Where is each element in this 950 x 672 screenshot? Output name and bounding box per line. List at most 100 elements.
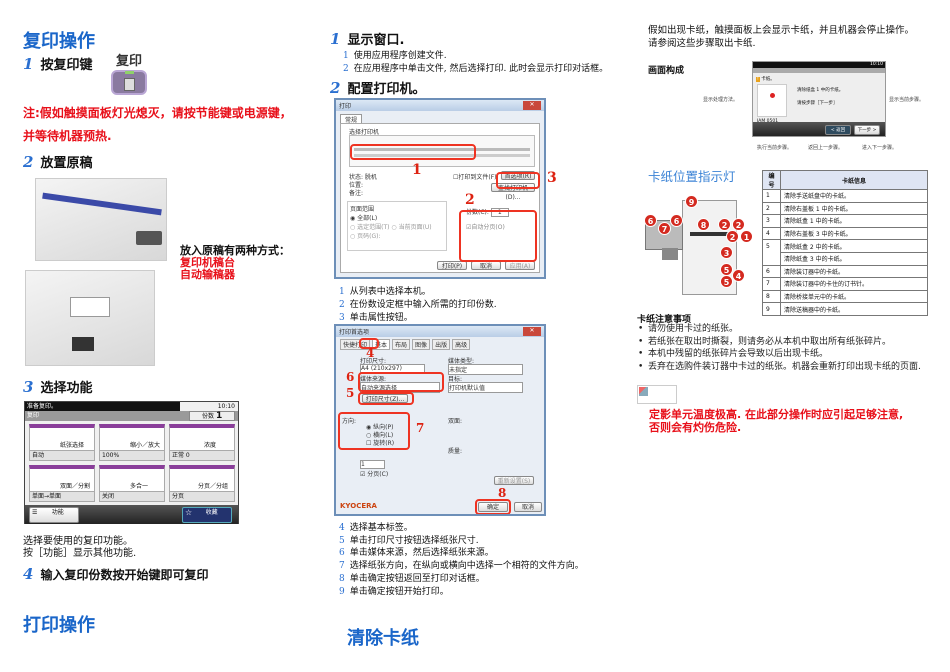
tile-value: 自动: [30, 450, 94, 460]
tile-label: 多合一: [130, 483, 149, 490]
callout-exec: 执行当前步骤。: [757, 145, 793, 151]
tile-density[interactable]: 浓度 正常 0: [169, 424, 235, 461]
sub-step: 2 在份数设定框中输入所需的打印份数.: [339, 300, 497, 310]
step-number: 4: [23, 565, 34, 583]
tile-label: 浓度: [204, 442, 217, 449]
copy-step-4: 4 输入复印份数按开始键即可复印: [23, 565, 208, 583]
step-number: 2: [23, 153, 34, 171]
copy-key-led: [125, 71, 134, 74]
step-number: 3: [23, 378, 34, 396]
tile-combine[interactable]: 多合一 关闭: [99, 465, 165, 502]
destination-select[interactable]: 打印机默认值: [448, 382, 523, 393]
marker-3: 3: [547, 170, 557, 186]
collate-checkbox[interactable]: ☑ 分页(C): [360, 469, 388, 478]
page-range-label: 页面范围: [350, 206, 375, 213]
print-step-1: 1 显示窗口.: [330, 29, 404, 48]
notes-list: 请勿使用卡过的纸张。 若纸张在取出时撕裂，则请务必从本机中取出所有纸张碎片。 本…: [638, 323, 930, 373]
jam-marker-9: 9: [685, 195, 698, 208]
tab-publishing[interactable]: 出版: [432, 339, 451, 350]
method-feeder: 自动输稿器: [180, 268, 235, 281]
highlight-ok: [475, 499, 511, 514]
cancel-button[interactable]: 取消: [471, 261, 501, 270]
callout-method: 显示处理方法。: [703, 97, 739, 103]
jam-number-cell: [762, 252, 781, 266]
note-item: 本机中残留的纸张碎片会导致以后出现卡纸。: [638, 348, 930, 361]
step-number: 1: [330, 30, 341, 48]
jam-info-cell: 清除手送纸盘中的卡纸。: [780, 189, 928, 203]
tile-paper-select[interactable]: 纸张选择 自动: [29, 424, 95, 461]
print-to-file-checkbox[interactable]: ☐打印到文件(F): [453, 172, 497, 181]
functions-button[interactable]: ☰ 功能: [29, 507, 79, 523]
highlight-printer-list: [350, 144, 476, 160]
favorites-button[interactable]: ☆ 收藏: [182, 507, 232, 523]
jam-marker-8: 8: [697, 218, 710, 231]
table-row: 5 清除纸盒 2 中的卡纸。: [762, 239, 928, 253]
jam-marker-2: 2: [718, 218, 731, 231]
jam-number-cell: 2: [762, 201, 781, 216]
radio-all[interactable]: ◉ 全部(L): [350, 213, 444, 222]
screen-layout-title: 画面构成: [648, 66, 685, 76]
jam-number-cell: 8: [762, 289, 781, 304]
instruction-line: 请按步骤［下一步］: [797, 101, 838, 106]
jam-number-cell: 9: [762, 302, 781, 316]
step-label: 按复印键: [40, 58, 93, 73]
table-row: 9 清除送稿器中的卡纸。: [762, 302, 928, 316]
marker-7: 7: [416, 421, 425, 435]
step-label: 选择功能: [40, 381, 93, 396]
radio-selection[interactable]: ○ 选定范围(T) ○ 当前页面(U): [350, 222, 444, 231]
tab-image[interactable]: 图像: [412, 339, 431, 350]
print-button[interactable]: 打印(P): [437, 261, 467, 270]
jam-info-cell: 清除装订器中的卡住的订书针。: [780, 277, 928, 291]
back-button[interactable]: < 返回: [825, 125, 851, 135]
heat-warning: 定影单元温度极高. 在此部分操作时应引起足够注意, 否则会有灼伤危险.: [649, 408, 903, 434]
function-description: 选择要使用的复印功能。 按［功能］显示其他功能.: [23, 536, 136, 560]
copy-section-title: 复印操作: [23, 31, 95, 52]
tile-value: 关闭: [100, 491, 164, 501]
copy-touch-panel: 准备复印。 10:10 复印 份数 1 纸张选择 自动 缩小／放大 100% 浓度正…: [24, 401, 239, 524]
star-icon: ☆: [185, 508, 193, 517]
cancel-button[interactable]: 取消: [514, 502, 542, 512]
document-feeder-illustration: [25, 270, 155, 366]
jam-number-cell: 5: [762, 239, 781, 253]
close-icon[interactable]: ✕: [523, 101, 541, 110]
platen-illustration: [35, 178, 167, 261]
highlight-source: [358, 372, 444, 392]
copy-step-1: 1 按复印键: [23, 54, 92, 73]
page-range-group: 页面范围 ◉ 全部(L) ○ 选定范围(T) ○ 当前页面(U) ○ 页码(G)…: [347, 201, 447, 251]
copy-icon: [124, 78, 135, 91]
jam-number-cell: 4: [762, 226, 781, 241]
tab-advanced[interactable]: 高级: [452, 339, 471, 350]
reset-button[interactable]: 重新设置(S): [494, 476, 534, 485]
tile-value: 正常 0: [170, 450, 234, 460]
tile-zoom[interactable]: 缩小／放大 100%: [99, 424, 165, 461]
note-item: 若纸张在取出时撕裂，则请务必从本机中取出所有纸张碎片。: [638, 336, 930, 349]
callout-back: 返回上一步骤。: [808, 145, 844, 151]
jam-info-cell: 清除纸盒 1 中的卡纸。: [780, 214, 928, 228]
jam-number-cell: 6: [762, 264, 781, 279]
panel-time: 10:10: [217, 403, 235, 410]
printer-comment: 备注:: [349, 190, 364, 197]
copies-spinner[interactable]: 1: [360, 460, 385, 469]
print-step-1-list: 1 使用应用程序创建文件. 2 在应用程序中单击文件, 然后选择打印. 此时会显示打…: [343, 50, 608, 76]
duplex-label: 双面:: [448, 418, 463, 425]
tile-label: 缩小／放大: [130, 442, 161, 449]
note-line-1: 注:假如触摸面板灯光熄灭，请按节能键或电源键，: [23, 106, 292, 120]
dialog-title: 打印: [339, 103, 352, 110]
marker-2: 2: [465, 192, 475, 208]
marker-5: 5: [346, 386, 355, 400]
next-button[interactable]: 下一步 >: [854, 125, 880, 135]
header-number: 编号: [762, 170, 781, 190]
machine-jam-locations: 9 6 6 7 8 2 2 2 1 3 5 4 5: [640, 190, 760, 302]
tab-layout[interactable]: 布局: [392, 339, 411, 350]
table-row: 1 清除手送纸盘中的卡纸。: [762, 189, 928, 203]
tile-duplex[interactable]: 双面／分割 单面→单面: [29, 465, 95, 502]
jam-marker-6b: 6: [670, 214, 683, 227]
radio-pages[interactable]: ○ 页码(G):: [350, 231, 444, 240]
apply-button[interactable]: 应用(A): [505, 261, 535, 270]
table-row: 8 清除桥接单元中的卡纸。: [762, 289, 928, 304]
jam-screen: 10:10 ! 卡纸。 JAM 0501 清除纸盒 1 中的卡纸。 请按步骤［下…: [752, 61, 886, 137]
tile-collate[interactable]: 分页／分组 分页: [169, 465, 235, 502]
close-icon[interactable]: ✕: [523, 327, 541, 336]
table-row: 7 清除装订器中的卡住的订书针。: [762, 277, 928, 291]
sub-step: 7 选择纸张方向，在纵向或横向中选择一个相符的文件方向。: [339, 561, 584, 572]
